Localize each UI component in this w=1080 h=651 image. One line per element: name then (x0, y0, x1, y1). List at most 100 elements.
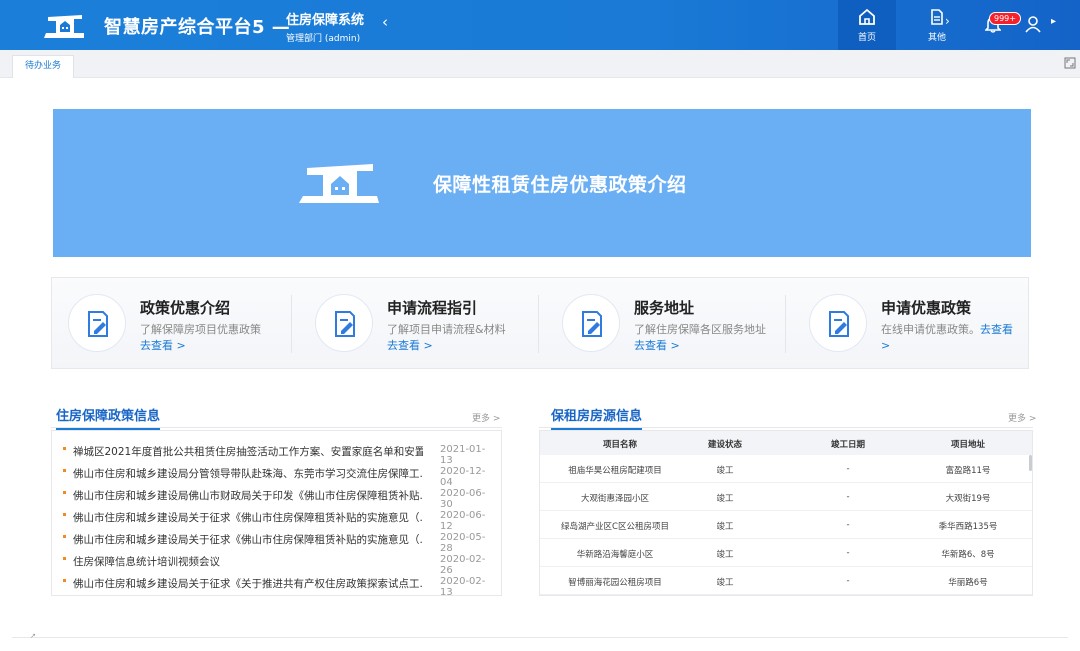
nav-home-button[interactable]: 首页 (838, 0, 896, 50)
card-policy-intro[interactable]: 政策优惠介绍 了解保障房项目优惠政策 去查看 > (52, 278, 296, 370)
quick-entry-cards: 政策优惠介绍 了解保障房项目优惠政策 去查看 > 申请流程指引 了解项目申请流程&… (51, 277, 1029, 369)
policy-text: 住房保障信息统计培训视频会议 (73, 556, 220, 568)
card-link[interactable]: 去查看 > (634, 339, 680, 352)
table-scrollbar[interactable] (1029, 455, 1032, 471)
cell-project: 智博丽海花园公租房项目 (568, 578, 662, 588)
housing-table: 项目名称 建设状态 竣工日期 项目地址 祖庙华昊公租房配建项目 竣工 - 富盈路… (539, 430, 1033, 596)
policy-item[interactable]: 佛山市住房和城乡建设局佛山市财政局关于印发《佛山市住房保障租赁补贴... 2020… (60, 484, 494, 510)
policy-item[interactable]: 佛山市住房和城乡建设局关于征求《佛山市住房保障租赁补贴的实施意见（... 2020… (60, 528, 494, 554)
chevron-right-icon[interactable]: › (945, 14, 950, 28)
cell-date: - (846, 548, 850, 558)
table-row[interactable]: 绿岛湖产业区C区公租房项目 竣工 - 季华西路135号 (540, 511, 1032, 539)
card-divider (291, 295, 292, 353)
card-desc: 了解项目申请流程&材料 去查看 > (387, 323, 506, 352)
cell-address: 华丽路6号 (948, 578, 988, 588)
chevron-left-icon[interactable]: ‹ (382, 13, 388, 31)
card-title: 申请流程指引 (387, 299, 478, 317)
cell-status: 竣工 (716, 466, 734, 476)
cell-status: 竣工 (716, 494, 734, 504)
user-icon[interactable] (1025, 15, 1041, 33)
housing-more-link[interactable]: 更多 > (1008, 411, 1036, 424)
tab-bar: 待办业务 (0, 50, 1080, 78)
resize-handle-icon[interactable]: ↗ (30, 632, 36, 640)
notification-badge: 999+ (989, 12, 1021, 25)
card-title: 服务地址 (634, 299, 695, 317)
column-header: 项目地址 (950, 440, 985, 450)
policy-item[interactable]: 住房保障信息统计培训视频会议 2020-02-26 (60, 550, 494, 576)
cell-address: 季华西路135号 (938, 522, 998, 532)
policy-date: 2020-02-13 (440, 576, 486, 598)
cell-address: 华新路6、8号 (941, 550, 995, 560)
policy-item[interactable]: 佛山市住房和城乡建设局分管领导带队赴珠海、东莞市学习交流住房保障工... 2020… (60, 462, 494, 488)
policy-text: 佛山市住房和城乡建设局关于征求《关于推进共有产权住房政策探索试点工... (73, 578, 423, 590)
policy-text: 佛山市住房和城乡建设局关于征求《佛山市住房保障租赁补贴的实施意见（... (73, 512, 423, 524)
cell-status: 竣工 (716, 578, 734, 588)
card-title: 政策优惠介绍 (140, 299, 231, 317)
tab-todo[interactable]: 待办业务 (12, 55, 75, 78)
cell-date: - (846, 520, 850, 530)
cell-project: 大观街惠泽园小区 (580, 494, 649, 504)
policy-text: 佛山市住房和城乡建设局关于征求《佛山市住房保障租赁补贴的实施意见（... (73, 534, 423, 546)
table-header: 项目名称 建设状态 竣工日期 项目地址 (540, 431, 1032, 455)
nav-home-label: 首页 (857, 33, 876, 43)
card-icon-circle (809, 294, 867, 352)
policy-banner[interactable]: 保障性租赁住房优惠政策介绍 (53, 109, 1031, 257)
table-row[interactable]: 大观街惠泽园小区 竣工 - 大观街19号 (540, 483, 1032, 511)
footer-divider (12, 637, 1068, 638)
column-header: 竣工日期 (830, 440, 865, 450)
policy-text: 佛山市住房和城乡建设局佛山市财政局关于印发《佛山市住房保障租赁补贴... (73, 490, 423, 502)
policy-text: 佛山市住房和城乡建设局分管领导带队赴珠海、东莞市学习交流住房保障工... (73, 468, 423, 480)
policy-more-link[interactable]: 更多 > (472, 411, 500, 424)
table-row[interactable]: 华新路沿海馨庭小区 竣工 - 华新路6、8号 (540, 539, 1032, 567)
document-icon (931, 9, 943, 25)
platform-logo-icon (44, 15, 84, 38)
banner-title: 保障性租赁住房优惠政策介绍 (433, 174, 687, 196)
system-name: 住房保障系统 (286, 13, 365, 28)
app-title: 智慧房产综合平台5 — (104, 17, 291, 38)
card-apply-policy[interactable]: 申请优惠政策 在线申请优惠政策。去查看 > (793, 278, 1037, 370)
card-link[interactable]: 去查看 > (140, 339, 186, 352)
card-desc: 了解住房保障各区服务地址 去查看 > (634, 323, 766, 352)
cell-project: 华新路沿海馨庭小区 (576, 550, 654, 560)
policy-text: 禅城区2021年度首批公共租赁住房抽签活动工作方案、安置家庭名单和安置... (73, 446, 423, 458)
edit-document-icon (582, 311, 602, 337)
edit-document-icon (335, 311, 355, 337)
panel-divider (539, 427, 1033, 428)
card-icon-circle (562, 294, 620, 352)
panel-divider (51, 427, 502, 428)
card-process-guide[interactable]: 申请流程指引 了解项目申请流程&材料 去查看 > (299, 278, 543, 370)
department-label: 管理部门 (admin) (286, 34, 361, 44)
table-row[interactable]: 智博丽海花园公租房项目 竣工 - 华丽路6号 (540, 567, 1032, 595)
cell-project: 绿岛湖产业区C区公租房项目 (561, 522, 669, 532)
house-logo-icon (299, 164, 379, 203)
cell-status: 竣工 (716, 550, 734, 560)
card-desc: 了解保障房项目优惠政策 去查看 > (140, 323, 261, 352)
card-desc: 在线申请优惠政策。去查看 > (881, 323, 1013, 352)
top-navigation-bar: 智慧房产综合平台5 — 住房保障系统 管理部门 (admin) ‹ 首页 其他 … (0, 0, 1080, 50)
column-header: 项目名称 (602, 440, 637, 450)
card-title: 申请优惠政策 (881, 299, 972, 317)
edit-document-icon (88, 311, 108, 337)
edit-document-icon (829, 311, 849, 337)
card-icon-circle (68, 294, 126, 352)
nav-other-button[interactable]: 其他 (908, 0, 966, 50)
policy-item[interactable]: 禅城区2021年度首批公共租赁住房抽签活动工作方案、安置家庭名单和安置... 20… (60, 440, 494, 466)
cell-address: 富盈路11号 (945, 466, 991, 476)
table-row[interactable]: 祖庙华昊公租房配建项目 竣工 - 富盈路11号 (540, 455, 1032, 483)
cell-date: - (846, 464, 850, 474)
policy-item[interactable]: 佛山市住房和城乡建设局关于征求《佛山市住房保障租赁补贴的实施意见（... 2020… (60, 506, 494, 532)
cell-address: 大观街19号 (945, 494, 991, 504)
cell-date: - (846, 576, 850, 586)
cell-project: 祖庙华昊公租房配建项目 (568, 466, 662, 476)
policy-list: 禅城区2021年度首批公共租赁住房抽签活动工作方案、安置家庭名单和安置... 20… (51, 430, 502, 598)
card-divider (785, 295, 786, 353)
cell-status: 竣工 (716, 522, 734, 532)
nav-other-label: 其他 (927, 33, 946, 43)
policy-item[interactable]: 佛山市住房和城乡建设局关于征求《关于推进共有产权住房政策探索试点工... 2020… (60, 572, 494, 598)
home-icon (859, 8, 875, 25)
card-icon-circle (315, 294, 373, 352)
caret-right-icon[interactable]: ▸ (1051, 16, 1056, 27)
card-service-address[interactable]: 服务地址 了解住房保障各区服务地址 去查看 > (546, 278, 790, 370)
card-link[interactable]: 去查看 > (387, 339, 433, 352)
fullscreen-icon[interactable] (1064, 57, 1076, 69)
